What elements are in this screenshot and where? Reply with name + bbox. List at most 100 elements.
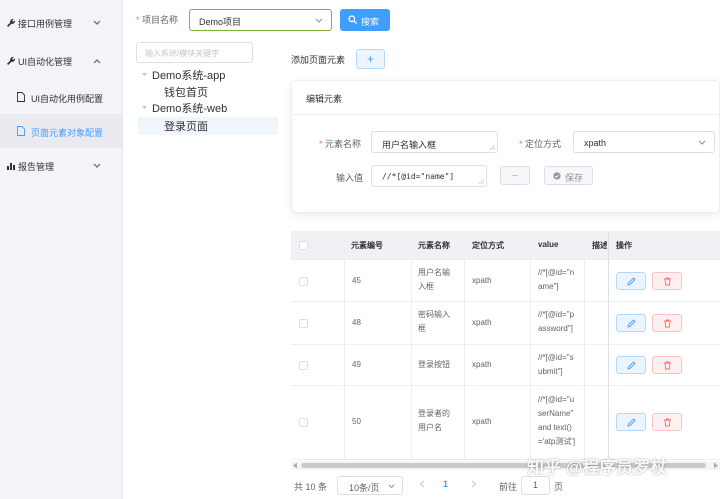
row-checkbox[interactable] [299,319,308,328]
chevron-down-icon [388,484,395,489]
menu-ui-automation[interactable]: UI自动化管理 [0,44,122,78]
dash-button[interactable]: -- [500,166,530,185]
tree-node-wallet-home[interactable]: 钱包首页 [164,84,208,100]
resize-handle-icon [490,145,495,150]
cell-method: xpath [472,360,492,369]
edit-button[interactable] [616,413,646,431]
input-value-text: //*[@id="name"] [382,172,455,181]
cell-method: xpath [472,318,492,327]
cell-value: //*[@id="p assword"] [538,310,575,333]
column-divider [608,231,609,460]
table-row: 45 用户名输 入框 xpath //*[@id="n ame"] [291,260,720,302]
project-select[interactable]: Demo项目 [189,9,332,31]
scroll-right-icon[interactable] [713,462,719,469]
cell-id: 48 [352,318,361,327]
goto-page-input[interactable]: 1 [521,476,550,495]
delete-button[interactable] [652,314,682,332]
menu-report-label: 报告管理 [18,161,55,172]
edit-element-card: 编辑元素 * 元素名称 用户名输入框 * 定位方式 xpath 输入值 //*[… [291,80,720,213]
table-row: 50 登录者的 用户名 xpath //*[@id="u serName" and t… [291,386,720,460]
menu-report[interactable]: 报告管理 [0,149,122,183]
sidebar-item-element-config-label: 页面元素对象配置 [31,128,104,138]
chevron-down-icon [93,20,101,25]
elements-table: 元素编号 元素名称 定位方式 value 描述 操作 45 用户名输 入框 xpa… [291,231,720,471]
scroll-left-icon[interactable] [292,462,298,469]
page-unit-label: 页 [554,482,564,492]
column-divider [411,231,412,460]
cell-name: 登录按钮 [418,360,450,369]
edit-icon [627,361,636,370]
col-actions: 操作 [616,241,632,250]
column-divider [464,231,465,460]
delete-button[interactable] [652,356,682,374]
page-size-select[interactable]: 10条/页 [337,476,403,495]
caret-down-icon[interactable] [142,72,147,77]
sidebar-item-element-config[interactable]: 页面元素对象配置 [0,114,122,148]
chevron-up-icon [93,59,101,64]
delete-button[interactable] [652,413,682,431]
trash-icon [664,361,671,370]
select-all-checkbox[interactable] [299,241,308,250]
card-title: 编辑元素 [306,94,343,104]
table-row: 49 登录按钮 xpath //*[@id="s ubmit"] [291,345,720,386]
wrench-icon [7,56,16,65]
resize-handle-icon [479,179,484,184]
column-divider [530,231,531,460]
edit-button[interactable] [616,356,646,374]
card-header: 编辑元素 [292,81,719,115]
input-value-field[interactable]: //*[@id="name"] [371,165,487,187]
add-element-button[interactable]: + [356,49,385,69]
trash-icon [664,277,671,286]
cell-value: //*[@id="s ubmit"] [538,353,574,376]
watermark: 知乎 @程序员罗杖 [527,458,668,477]
column-divider [344,231,345,460]
menu-interface-cases[interactable]: 接口用例管理 [0,6,122,40]
trash-icon [664,319,671,328]
locate-method-select[interactable]: xpath [573,131,715,153]
row-checkbox[interactable] [299,277,308,286]
table-header: 元素编号 元素名称 定位方式 value 描述 操作 [291,231,720,260]
edit-button[interactable] [616,314,646,332]
caret-down-icon[interactable] [142,105,147,110]
edit-icon [627,319,636,328]
cell-value: //*[@id="u serName" and text() ='atp测试'] [538,395,576,446]
prev-page-icon[interactable] [419,480,425,488]
cell-id: 49 [352,360,361,369]
tree-filter-input[interactable]: 输入系统/模块关键字 [136,42,253,63]
cell-id: 50 [352,417,361,426]
save-button[interactable]: 保存 [544,166,593,185]
cell-method: xpath [472,276,492,285]
save-button-label: 保存 [565,173,584,183]
add-element-label: 添加页面元素 [291,55,346,65]
tree-node-web[interactable]: Demo系统-web [152,100,227,116]
element-name-input[interactable]: 用户名输入框 [371,131,498,153]
row-checkbox[interactable] [299,361,308,370]
row-checkbox[interactable] [299,418,308,427]
search-button-label: 搜索 [361,17,380,27]
element-name-value: 用户名输入框 [382,140,437,150]
tree-node-login-page[interactable]: 登录页面 [164,118,208,134]
edit-button[interactable] [616,272,646,290]
document-icon [17,126,25,136]
sidebar-item-case-config[interactable]: UI自动化用例配置 [0,80,122,114]
menu-interface-label: 接口用例管理 [18,18,73,29]
search-button[interactable]: 搜索 [340,9,390,31]
menu-ui-label: UI自动化管理 [18,56,73,67]
current-page[interactable]: 1 [443,479,448,489]
locate-method-value: xpath [584,138,607,148]
cell-method: xpath [472,417,492,426]
delete-button[interactable] [652,272,682,290]
element-name-label: * 元素名称 [319,139,362,149]
project-select-value: Demo项目 [199,17,242,27]
cell-name: 用户名输 入框 [418,268,450,291]
tree-node-app[interactable]: Demo系统-app [152,67,225,83]
chevron-down-icon [315,18,323,23]
sidebar-item-case-config-label: UI自动化用例配置 [31,94,104,104]
next-page-icon[interactable] [471,480,477,488]
wrench-icon [7,18,16,27]
col-element-id: 元素编号 [351,241,383,250]
report-icon [7,163,15,170]
col-element-name: 元素名称 [418,241,450,250]
table-row: 48 密码输入框 xpath //*[@id="p assword"] [291,302,720,345]
project-label: * 项目名称 [136,15,179,25]
